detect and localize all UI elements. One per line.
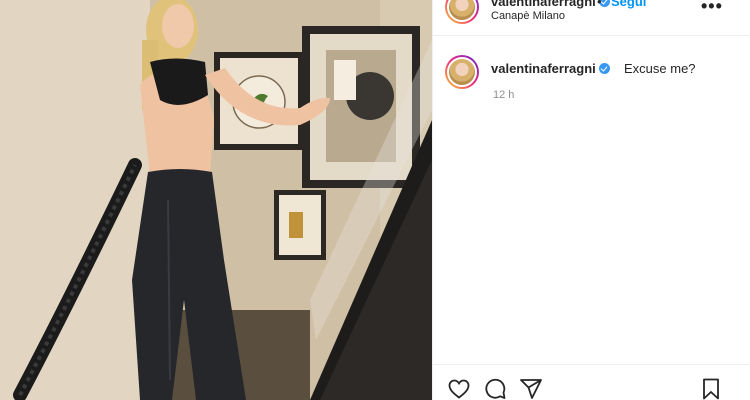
share-icon[interactable] (519, 377, 543, 400)
bookmark-icon[interactable] (699, 377, 723, 400)
caption-username[interactable]: valentinaferragni (491, 61, 610, 76)
post-details-panel: valentinaferragni • Segui Canapè Milano … (432, 0, 750, 400)
header-separator: • (597, 0, 602, 9)
caption-avatar[interactable] (445, 55, 479, 89)
verified-badge-icon (598, 63, 610, 75)
action-bar (433, 364, 750, 400)
caption-text: Excuse me? (624, 61, 696, 76)
more-options-icon[interactable]: ••• (701, 0, 723, 17)
heart-icon[interactable] (447, 377, 471, 400)
post-time[interactable]: 12 h (493, 89, 514, 101)
comment-icon[interactable] (483, 377, 507, 400)
post-photo[interactable] (0, 0, 432, 400)
follow-button[interactable]: Segui (611, 0, 646, 9)
author-avatar[interactable] (445, 0, 479, 24)
post-header: valentinaferragni • Segui Canapè Milano … (433, 0, 750, 36)
post-photo-illustration (0, 0, 432, 400)
post-location[interactable]: Canapè Milano (491, 10, 565, 22)
author-username[interactable]: valentinaferragni (491, 0, 610, 9)
